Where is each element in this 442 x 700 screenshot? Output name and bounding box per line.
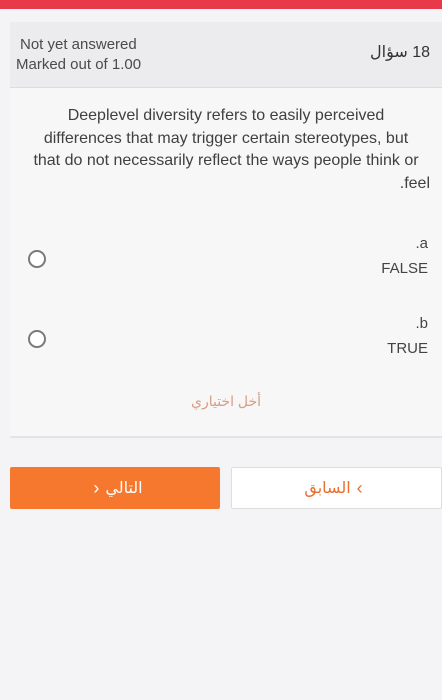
next-button[interactable]: التالي ‹ (10, 467, 220, 509)
question-marks: Marked out of 1.00 (16, 56, 142, 73)
previous-button[interactable]: › السابق (231, 467, 442, 509)
clear-choice-link[interactable]: أخل اختياري (10, 393, 442, 410)
top-accent-bar (0, 0, 442, 9)
question-line: Deeplevel diversity refers to easily per… (67, 107, 385, 124)
option-label: FALSE (381, 260, 428, 277)
option-a[interactable]: .a FALSE (10, 233, 442, 293)
next-label: التالي (105, 480, 143, 497)
question-line: that do not necessarily reflect the ways… (33, 152, 419, 169)
question-number: 18 سؤال (370, 44, 430, 61)
chevron-left-icon: ‹ (93, 477, 100, 498)
radio-option-a[interactable] (28, 250, 46, 268)
question-line: differences that may trigger certain ste… (43, 129, 409, 147)
question-text: Deeplevel diversity refers to easily per… (22, 105, 430, 195)
radio-option-b[interactable] (28, 330, 46, 348)
answer-status: Not yet answered (20, 36, 137, 53)
option-letter: .b (415, 315, 428, 332)
option-letter: .a (415, 235, 428, 252)
previous-label: السابق (304, 480, 351, 497)
option-b[interactable]: .b TRUE (10, 313, 442, 373)
question-info-box: Not yet answered Marked out of 1.00 18 س… (10, 22, 442, 88)
chevron-right-icon: › (356, 477, 363, 498)
question-card: Deeplevel diversity refers to easily per… (10, 88, 442, 438)
question-line: .feel (399, 174, 430, 192)
option-label: TRUE (387, 340, 428, 357)
